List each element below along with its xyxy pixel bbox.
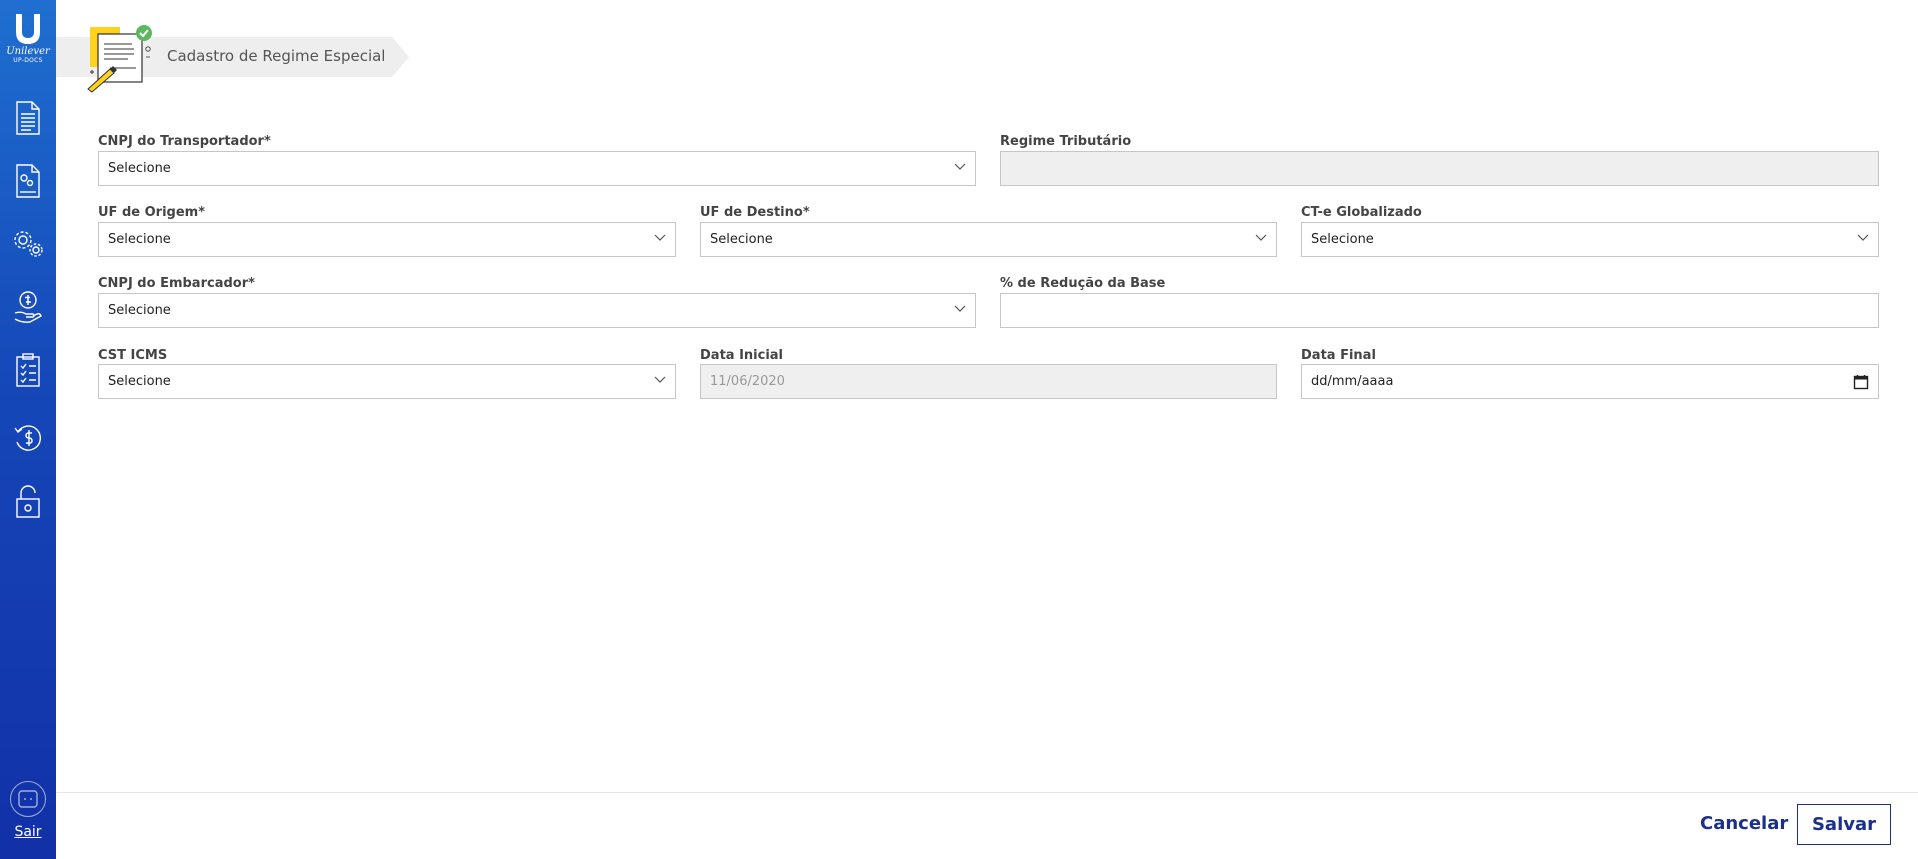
chevron-down-icon: [954, 305, 966, 312]
refund-icon[interactable]: [10, 420, 46, 456]
document-icon[interactable]: [10, 100, 46, 136]
unilever-u-icon: [16, 14, 40, 44]
data-inicial-field: 11/06/2020: [700, 364, 1277, 399]
user-avatar[interactable]: [10, 781, 46, 817]
uf-origem-value: Selecione: [108, 232, 171, 247]
chevron-down-icon: [1255, 234, 1267, 241]
page-title: Cadastro de Regime Especial: [167, 47, 386, 65]
data-final-input[interactable]: dd/mm/aaaa: [1301, 364, 1879, 399]
cst-icms-value: Selecione: [108, 374, 171, 389]
chevron-down-icon: [654, 376, 666, 383]
uf-destino-label: UF de Destino*: [700, 205, 810, 220]
cte-globalizado-select[interactable]: Selecione: [1301, 222, 1879, 257]
brand-sub: UP-DOCS: [13, 57, 43, 64]
reducao-base-input[interactable]: [1000, 293, 1879, 328]
cnpj-transportador-select[interactable]: Selecione: [98, 151, 976, 186]
regime-tributario-label: Regime Tributário: [1000, 134, 1132, 149]
cst-icms-select[interactable]: Selecione: [98, 364, 676, 399]
calendar-icon[interactable]: [1853, 374, 1869, 390]
cancel-button[interactable]: Cancelar: [1700, 813, 1788, 834]
regime-tributario-field: [1000, 151, 1879, 186]
gears-icon[interactable]: [10, 226, 46, 262]
chevron-down-icon: [954, 163, 966, 170]
data-inicial-value: 11/06/2020: [710, 374, 785, 389]
cte-globalizado-label: CT-e Globalizado: [1301, 205, 1422, 220]
reducao-base-label: % de Redução da Base: [1000, 276, 1166, 291]
cst-icms-label: CST ICMS: [98, 348, 168, 363]
brand-name: Unilever: [6, 46, 50, 57]
cte-globalizado-value: Selecione: [1311, 232, 1374, 247]
logout-link[interactable]: Sair: [0, 824, 56, 840]
data-final-label: Data Final: [1301, 348, 1376, 363]
cnpj-embarcador-label: CNPJ do Embarcador*: [98, 276, 255, 291]
save-button[interactable]: Salvar: [1797, 804, 1891, 845]
dfe-settings-icon[interactable]: [10, 163, 46, 199]
unilever-logo[interactable]: Unilever UP-DOCS: [4, 12, 52, 74]
special-regime-illustration-icon: [84, 22, 156, 98]
data-inicial-label: Data Inicial: [700, 348, 784, 363]
user-icon: [18, 790, 38, 808]
uf-origem-label: UF de Origem*: [98, 205, 205, 220]
cnpj-transportador-label: CNPJ do Transportador*: [98, 134, 271, 149]
checklist-icon[interactable]: [10, 352, 46, 388]
money-hand-icon[interactable]: [10, 289, 46, 325]
sidebar: Unilever UP-DOCS Sair: [0, 0, 56, 859]
chevron-down-icon: [654, 234, 666, 241]
cnpj-embarcador-value: Selecione: [108, 303, 171, 318]
cnpj-transportador-value: Selecione: [108, 161, 171, 176]
uf-destino-value: Selecione: [710, 232, 773, 247]
uf-destino-select[interactable]: Selecione: [700, 222, 1277, 257]
chevron-down-icon: [1857, 234, 1869, 241]
data-final-value: dd/mm/aaaa: [1311, 374, 1394, 389]
uf-origem-select[interactable]: Selecione: [98, 222, 676, 257]
footer-divider: [56, 792, 1918, 793]
cnpj-embarcador-select[interactable]: Selecione: [98, 293, 976, 328]
unlock-icon[interactable]: [10, 483, 46, 519]
